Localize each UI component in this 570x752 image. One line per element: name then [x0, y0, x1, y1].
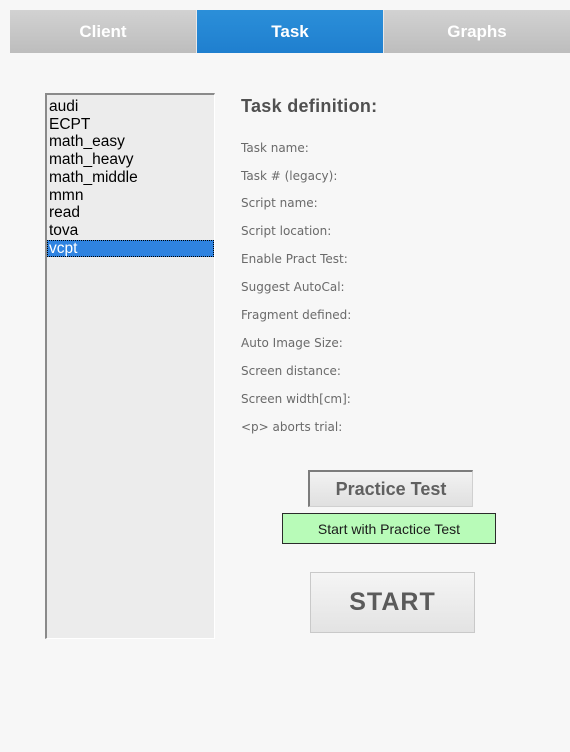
task-list[interactable]: audi ECPT math_easy math_heavy math_midd… — [45, 93, 215, 639]
task-list-item-tova[interactable]: tova — [47, 222, 214, 240]
task-list-item-math-middle[interactable]: math_middle — [47, 169, 214, 187]
field-screen-width-label: Screen width[cm]: — [241, 392, 351, 406]
field-screen-distance-label: Screen distance: — [241, 364, 341, 378]
tab-bar: Client Task Graphs — [10, 10, 570, 53]
task-list-item-read[interactable]: read — [47, 204, 214, 222]
task-list-item-ecpt[interactable]: ECPT — [47, 116, 214, 134]
field-auto-image-size-label: Auto Image Size: — [241, 336, 343, 350]
task-list-item-math-heavy[interactable]: math_heavy — [47, 151, 214, 169]
field-task-name-label: Task name: — [241, 141, 309, 155]
field-task-number-label: Task # (legacy): — [241, 169, 338, 183]
start-button[interactable]: START — [310, 572, 475, 633]
start-with-practice-toggle[interactable]: Start with Practice Test — [282, 513, 496, 544]
tab-client[interactable]: Client — [10, 10, 196, 53]
task-list-item-audi[interactable]: audi — [47, 98, 214, 116]
tab-task[interactable]: Task — [196, 10, 383, 53]
task-list-item-vcpt[interactable]: vcpt — [47, 239, 214, 258]
task-definition-title: Task definition: — [241, 96, 378, 116]
field-enable-pract-test-label: Enable Pract Test: — [241, 252, 348, 266]
tab-graphs[interactable]: Graphs — [383, 10, 570, 53]
field-script-name-label: Script name: — [241, 196, 318, 210]
task-list-item-mmn[interactable]: mmn — [47, 187, 214, 205]
field-suggest-autocal-label: Suggest AutoCal: — [241, 280, 345, 294]
field-fragment-defined-label: Fragment defined: — [241, 308, 352, 322]
practice-test-button[interactable]: Practice Test — [308, 470, 473, 507]
field-p-aborts-trial-label: <p> aborts trial: — [241, 420, 343, 434]
field-script-location-label: Script location: — [241, 224, 332, 238]
task-list-item-math-easy[interactable]: math_easy — [47, 133, 214, 151]
